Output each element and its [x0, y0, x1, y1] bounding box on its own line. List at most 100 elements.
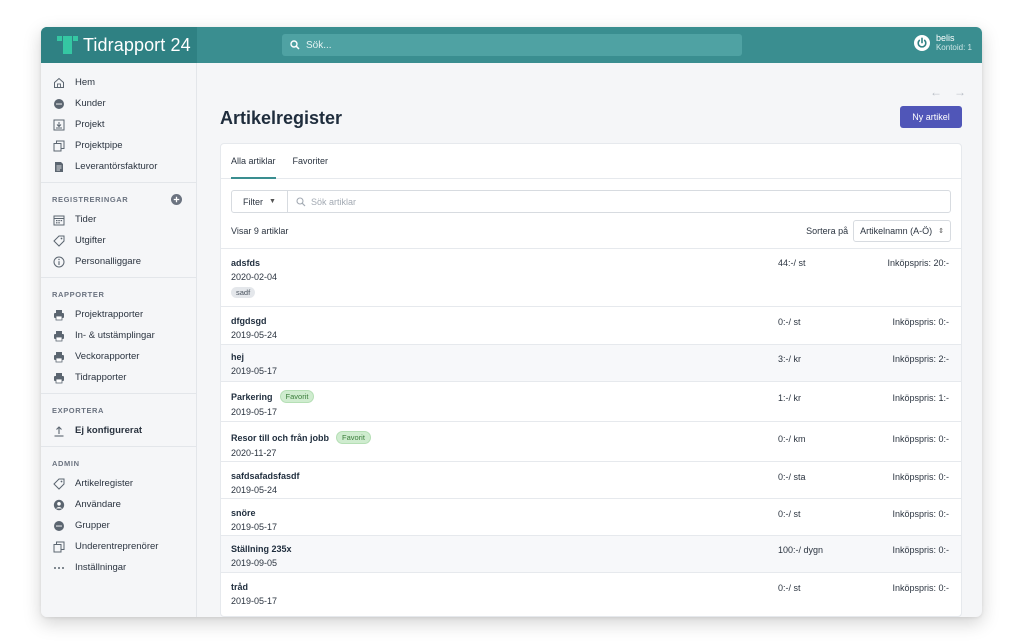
section-title-text: ADMIN: [52, 458, 80, 468]
top-bar: Tidrapport 24 belis Kontoid: 1: [41, 27, 982, 63]
sidebar-item-ej-konfigurerat[interactable]: Ej konfigurerat: [41, 420, 196, 441]
section-title-text: RAPPORTER: [52, 289, 105, 299]
sidebar-item-projekt[interactable]: Projekt: [41, 114, 196, 135]
search-icon: [296, 196, 306, 206]
list-header: Visar 9 artiklar Sortera på Artikelnamn …: [221, 213, 961, 249]
tab-alla-artiklar[interactable]: Alla artiklar: [231, 144, 276, 179]
caret-down-icon: ▼: [269, 198, 276, 205]
filter-dropdown[interactable]: Filter ▼: [232, 191, 288, 212]
article-cost: Inköpspris: 0:-: [892, 545, 949, 555]
article-row[interactable]: adsfds 2020-02-04 sadf 44:-/ st Inköpspr…: [221, 249, 961, 307]
sidebar-item-tider[interactable]: Tider: [41, 209, 196, 230]
user-menu[interactable]: belis Kontoid: 1: [913, 33, 972, 53]
article-name: snöre: [231, 508, 256, 518]
article-price: 100:-/ dygn: [778, 545, 824, 555]
sidebar-item-projektrapporter[interactable]: Projektrapporter: [41, 304, 196, 325]
updown-icon: ⇕: [938, 227, 944, 235]
article-row[interactable]: Resor till och från jobb Favorit 2020-11-…: [221, 422, 961, 462]
sidebar-item-label: Projektpipe: [75, 140, 123, 151]
sidebar-item-label: Tider: [75, 214, 97, 225]
sidebar-item-label: Användare: [75, 499, 121, 510]
sidebar-item-label: Kunder: [75, 98, 106, 109]
section-title-exportera: EXPORTERA: [41, 400, 196, 420]
article-price: 0:-/ km: [778, 434, 806, 444]
sidebar-item-label: Artikelregister: [75, 478, 134, 489]
article-date: 2019-09-05: [231, 558, 278, 568]
article-cost: Inköpspris: 20:-: [887, 258, 949, 268]
search-icon: [290, 40, 300, 50]
sidebar-item-label: Tidrapporter: [75, 372, 127, 383]
printer-icon: [52, 371, 65, 384]
sidebar-item-utgifter[interactable]: Utgifter: [41, 230, 196, 251]
back-arrow-icon[interactable]: ←: [930, 85, 942, 99]
sidebar-item-label: Inställningar: [75, 562, 127, 573]
article-price: 0:-/ st: [778, 583, 801, 593]
sidebar-item-veckorapporter[interactable]: Veckorapporter: [41, 346, 196, 367]
history-nav: ← →: [918, 85, 966, 99]
copy-icon: [52, 139, 65, 152]
article-price: 0:-/ st: [778, 509, 801, 519]
article-row[interactable]: snöre 2019-05-17 0:-/ st Inköpspris: 0:-: [221, 499, 961, 536]
global-search[interactable]: [282, 34, 742, 56]
sidebar-item-grupper[interactable]: Grupper: [41, 515, 196, 536]
article-search-input[interactable]: [310, 196, 611, 207]
sidebar-item-label: Projektrapporter: [75, 309, 144, 320]
tag-icon: [52, 477, 65, 490]
brand[interactable]: Tidrapport 24: [41, 27, 197, 63]
sidebar-item-tidrapporter[interactable]: Tidrapporter: [41, 367, 196, 388]
main-content: ← → Artikelregister Ny artikel Alla arti…: [198, 63, 982, 617]
sidebar-item-label: Personalliggare: [75, 256, 142, 267]
article-row[interactable]: safdsafadsfasdf 2019-05-24 0:-/ sta Inkö…: [221, 462, 961, 499]
printer-icon: [52, 350, 65, 363]
article-name: tråd: [231, 582, 249, 592]
article-date: 2019-05-24: [231, 485, 278, 495]
document-icon: [52, 160, 65, 173]
article-cost: Inköpspris: 2:-: [892, 354, 949, 364]
article-cost: Inköpspris: 0:-: [892, 509, 949, 519]
article-row[interactable]: dfgdsgd 2019-05-24 0:-/ st Inköpspris: 0…: [221, 307, 961, 345]
sidebar-item-personalliggare[interactable]: Personalliggare: [41, 251, 196, 272]
sort-select[interactable]: Artikelnamn (A-Ö) ⇕: [853, 219, 951, 242]
sidebar-item-kunder[interactable]: Kunder: [41, 93, 196, 114]
user-circle-icon: [52, 498, 65, 511]
section-title-rapporter: RAPPORTER: [41, 284, 196, 304]
sidebar-item-hem[interactable]: Hem: [41, 72, 196, 93]
article-name: dfgdsgd: [231, 316, 267, 326]
sort-value: Artikelnamn (A-Ö): [860, 225, 933, 236]
article-price: 3:-/ kr: [778, 354, 802, 364]
sidebar-item-label: Utgifter: [75, 235, 106, 246]
sidebar-item-in-utstamplingar[interactable]: In- & utstämplingar: [41, 325, 196, 346]
article-row[interactable]: Parkering Favorit 2019-05-17 1:-/ kr Inkö…: [221, 382, 961, 422]
article-date: 2019-05-17: [231, 407, 278, 417]
favorite-badge: Favorit: [336, 431, 371, 444]
sidebar-item-installningar[interactable]: Inställningar: [41, 557, 196, 578]
sidebar-item-label: Ej konfigurerat: [75, 425, 143, 436]
add-icon[interactable]: [171, 193, 182, 205]
page-title: Artikelregister: [220, 108, 343, 128]
brand-name: Tidrapport 24: [83, 34, 191, 55]
article-name: Ställning 235x: [231, 544, 292, 554]
sidebar-item-underentreprenorer[interactable]: Underentreprenörer: [41, 536, 196, 557]
sidebar-item-anvandare[interactable]: Användare: [41, 494, 196, 515]
article-row[interactable]: tråd 2019-05-17 0:-/ st Inköpspris: 0:-: [221, 573, 961, 611]
info-icon: [52, 255, 65, 268]
printer-icon: [52, 329, 65, 342]
article-row[interactable]: hej 2019-05-17 3:-/ kr Inköpspris: 2:-: [221, 345, 961, 382]
article-search[interactable]: [288, 196, 950, 207]
global-search-input[interactable]: [306, 39, 726, 51]
article-date: 2019-05-17: [231, 596, 278, 606]
sidebar-item-leverantorsfakturor[interactable]: Leverantörsfakturor: [41, 156, 196, 177]
article-name: Parkering: [231, 391, 273, 402]
tab-bar: Alla artiklar Favoriter: [221, 144, 961, 179]
sidebar-item-artikelregister[interactable]: Artikelregister: [41, 473, 196, 494]
sidebar-item-projektpipe[interactable]: Projektpipe: [41, 135, 196, 156]
article-row[interactable]: Ställning 235x 2019-09-05 100:-/ dygn In…: [221, 536, 961, 573]
tab-favoriter[interactable]: Favoriter: [293, 144, 329, 178]
article-price: 0:-/ st: [778, 317, 801, 327]
printer-icon: [52, 308, 65, 321]
logo-icon: [57, 34, 79, 56]
new-article-button[interactable]: Ny artikel: [900, 106, 962, 128]
power-icon[interactable]: [913, 35, 930, 51]
chat-icon: [52, 519, 65, 532]
forward-arrow-icon[interactable]: →: [954, 85, 966, 99]
